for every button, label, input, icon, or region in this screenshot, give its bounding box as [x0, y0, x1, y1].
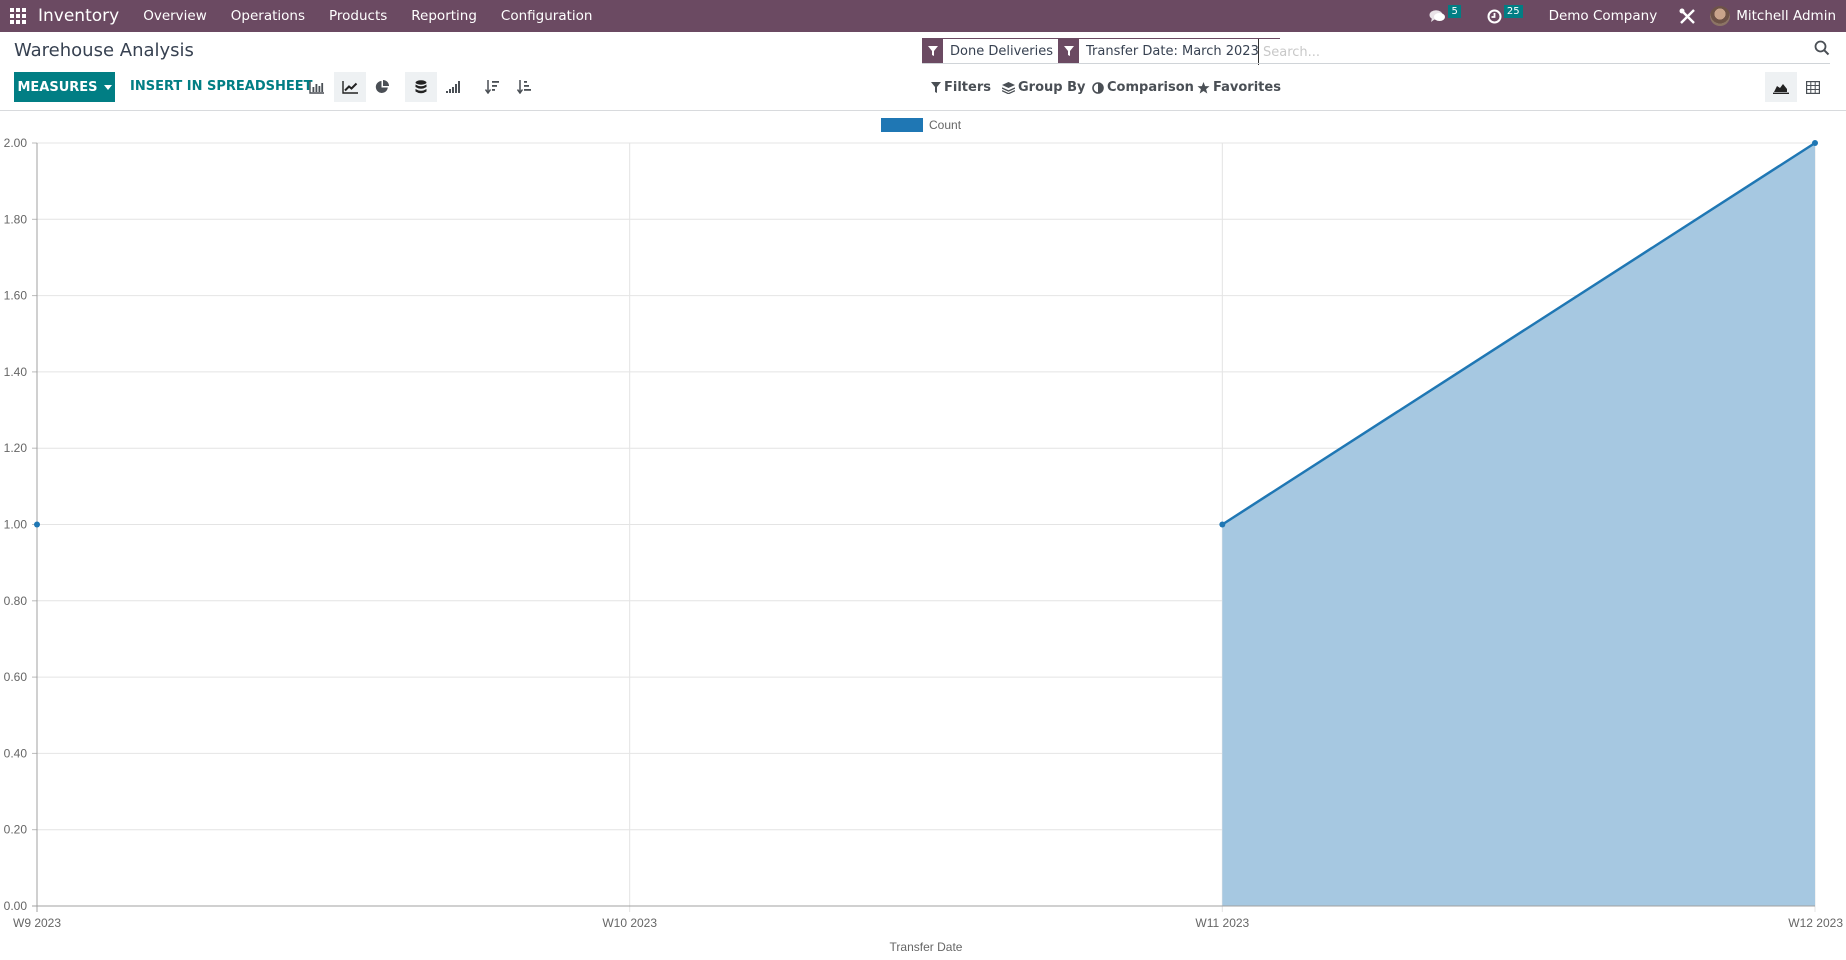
- comparison-button[interactable]: Comparison: [1092, 80, 1194, 95]
- pivot-view-button[interactable]: [1797, 72, 1829, 102]
- top-navbar: Inventory Overview Operations Products R…: [0, 0, 1846, 32]
- company-switcher[interactable]: Demo Company: [1549, 8, 1658, 24]
- avatar[interactable]: [1710, 6, 1731, 26]
- filter-icon: [1059, 39, 1079, 63]
- measures-label: MEASURES: [17, 79, 98, 95]
- favorites-label: Favorites: [1213, 80, 1281, 95]
- y-tick-label: 1.40: [4, 365, 28, 379]
- clock-icon: [1487, 9, 1502, 23]
- menu-configuration[interactable]: Configuration: [501, 8, 593, 24]
- sort-descending-button[interactable]: [476, 72, 508, 102]
- cumulative-toggle[interactable]: [437, 72, 469, 102]
- y-tick-label: 1.20: [4, 441, 28, 455]
- comparison-label: Comparison: [1107, 80, 1194, 95]
- layers-icon: [1002, 81, 1015, 94]
- menu-overview[interactable]: Overview: [143, 8, 207, 24]
- y-tick-label: 2.00: [4, 136, 28, 150]
- legend-swatch-count[interactable]: [881, 118, 923, 132]
- data-point[interactable]: [1219, 521, 1226, 528]
- sort-ascending-icon: [517, 80, 531, 94]
- data-point[interactable]: [1812, 140, 1818, 146]
- y-tick-label: 0.60: [4, 670, 28, 684]
- sort-ascending-button[interactable]: [508, 72, 540, 102]
- activities-button[interactable]: 25: [1487, 5, 1523, 24]
- insert-in-spreadsheet-button[interactable]: INSERT IN SPREADSHEET: [130, 72, 313, 102]
- search-underline: [922, 63, 1830, 64]
- y-tick-label: 0.40: [4, 746, 28, 760]
- line-chart-button[interactable]: [334, 72, 366, 102]
- stacked-icon: [415, 80, 427, 94]
- pie-chart-button[interactable]: [366, 72, 398, 102]
- y-tick-label: 0.00: [4, 899, 28, 913]
- stacked-toggle[interactable]: [405, 72, 437, 102]
- caret-down-icon: [103, 84, 112, 90]
- half-circle-icon: [1092, 81, 1104, 94]
- activities-count-badge: 25: [1503, 5, 1523, 18]
- pie-chart-icon: [375, 80, 389, 93]
- cumulative-icon: [446, 81, 460, 93]
- messages-button[interactable]: 5: [1429, 5, 1461, 23]
- debug-tools-icon: [1679, 8, 1696, 24]
- line-chart: 0.00 0.20 0.40 0.60 0.80 1.00 1.20 1.40 1.60 1.80…: [4, 118, 1843, 954]
- messages-count-badge: 5: [1448, 5, 1461, 18]
- menu-reporting[interactable]: Reporting: [411, 8, 477, 24]
- menu-products[interactable]: Products: [329, 8, 387, 24]
- app-name[interactable]: Inventory: [38, 6, 119, 26]
- group-by-label: Group By: [1018, 80, 1086, 95]
- filter-icon: [931, 82, 941, 93]
- filters-button[interactable]: Filters: [931, 80, 991, 95]
- data-point[interactable]: [34, 521, 40, 528]
- sort-descending-icon: [485, 80, 499, 94]
- measures-button[interactable]: MEASURES: [14, 72, 115, 102]
- menu-operations[interactable]: Operations: [231, 8, 305, 24]
- bar-chart-button[interactable]: [300, 72, 332, 102]
- search-icon[interactable]: [1814, 40, 1830, 56]
- series-area: [1222, 143, 1815, 906]
- graph-view-button[interactable]: [1765, 72, 1797, 102]
- x-tick-label: W11 2023: [1195, 916, 1249, 930]
- star-icon: [1197, 81, 1210, 93]
- area-chart-icon: [1773, 83, 1789, 94]
- group-by-button[interactable]: Group By: [1002, 80, 1085, 95]
- debug-tools-button[interactable]: [1679, 8, 1696, 25]
- line-chart-icon: [342, 80, 358, 94]
- y-tick-label: 1.60: [4, 289, 28, 303]
- table-grid-icon: [1806, 80, 1820, 94]
- chat-icon: [1429, 10, 1446, 22]
- filters-label: Filters: [944, 80, 991, 95]
- y-tick-label: 0.80: [4, 594, 28, 608]
- x-tick-label: W12 2023: [1788, 916, 1843, 930]
- y-tick-label: 0.20: [4, 823, 28, 837]
- y-tick-label: 1.80: [4, 212, 28, 226]
- search-input[interactable]: [1258, 39, 1805, 65]
- x-tick-label: W10 2023: [602, 916, 657, 930]
- user-menu[interactable]: Mitchell Admin: [1736, 8, 1836, 24]
- filter-icon: [923, 39, 943, 63]
- favorites-button[interactable]: Favorites: [1197, 80, 1281, 95]
- x-axis-title: Transfer Date: [890, 940, 963, 954]
- x-tick-label: W9 2023: [13, 916, 61, 930]
- search-facet-done-deliveries: Done Deliveries ✕: [922, 38, 1074, 64]
- search-facet-transfer-date: Transfer Date: March 2023 ✕: [1058, 38, 1280, 64]
- apps-grid-icon[interactable]: [10, 8, 26, 24]
- legend-label-count[interactable]: Count: [929, 118, 962, 132]
- facet-label: Done Deliveries: [950, 43, 1053, 59]
- page-title: Warehouse Analysis: [14, 40, 194, 61]
- facet-label: Transfer Date: March 2023: [1086, 43, 1259, 59]
- bar-chart-icon: [308, 80, 324, 94]
- y-tick-label: 1.00: [4, 518, 28, 532]
